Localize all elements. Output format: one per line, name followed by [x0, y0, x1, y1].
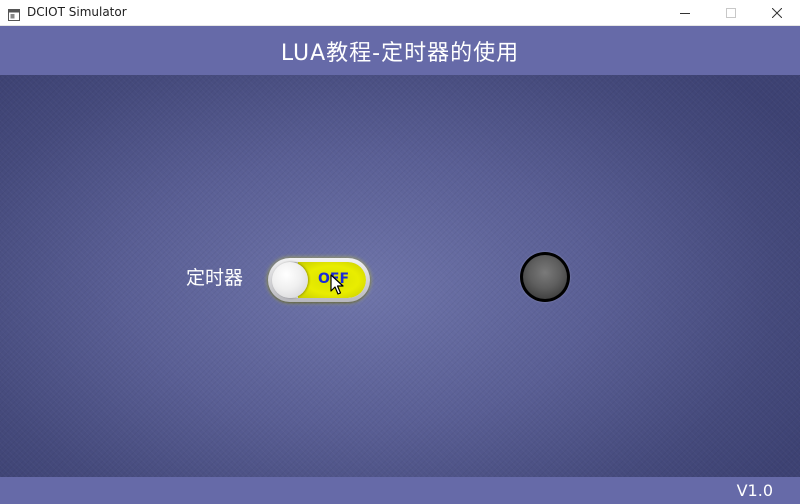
toggle-state-text: OFF: [318, 271, 350, 287]
indicator-light: [520, 252, 570, 302]
page-footer: V1.0: [0, 477, 800, 504]
timer-toggle-switch[interactable]: OFF: [268, 258, 370, 302]
timer-label: 定时器: [186, 267, 244, 289]
page-title: LUA教程-定时器的使用: [280, 40, 520, 66]
close-button[interactable]: [754, 0, 800, 26]
app-window-icon: [8, 6, 20, 21]
indicator-light-lens: [523, 255, 567, 299]
main-panel: 定时器 OFF: [0, 75, 800, 477]
window-titlebar[interactable]: DCIOT Simulator: [0, 0, 800, 26]
minimize-button[interactable]: [662, 0, 708, 26]
maximize-button[interactable]: [708, 0, 754, 26]
page-header: LUA教程-定时器的使用: [0, 26, 800, 75]
maximize-icon: [726, 8, 736, 18]
toggle-knob[interactable]: [272, 262, 308, 298]
window-title: DCIOT Simulator: [27, 5, 127, 19]
app-window: DCIOT Simulator LUA教程-定时器的使用 定时器 OFF V1.…: [0, 0, 800, 504]
minimize-icon: [680, 8, 690, 18]
close-icon: [772, 8, 782, 18]
version-label: V1.0: [736, 481, 773, 500]
